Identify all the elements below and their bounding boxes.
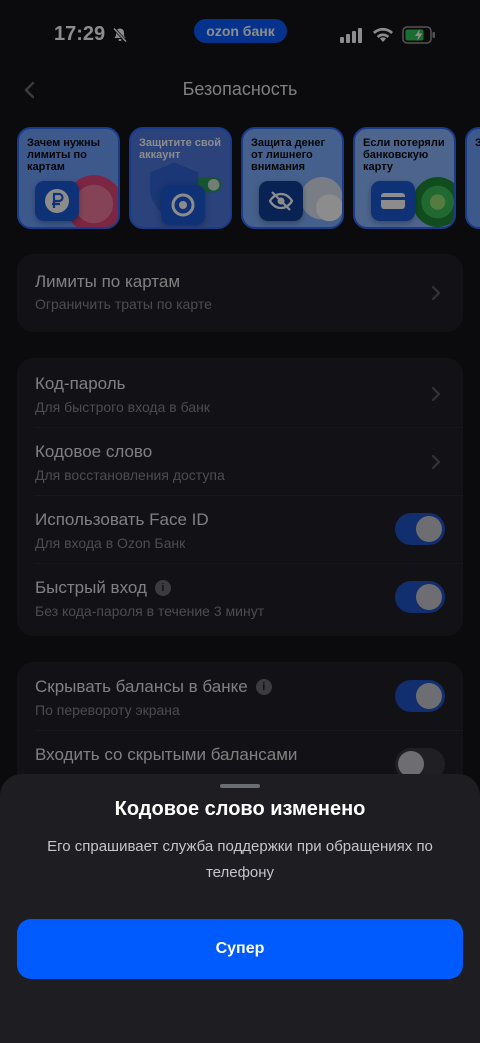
super-button[interactable]: Супер: [17, 919, 463, 979]
sheet-drag-handle[interactable]: [220, 784, 260, 788]
sheet-title: Кодовое слово изменено: [114, 798, 366, 820]
sheet-message: Его спрашивает служба поддержки при обра…: [47, 838, 433, 881]
bottom-sheet: Кодовое слово изменено Его спрашивает сл…: [0, 774, 480, 1043]
security-screen: 17:29 ozon банк Безопасность Зачем нужны…: [0, 0, 480, 1043]
